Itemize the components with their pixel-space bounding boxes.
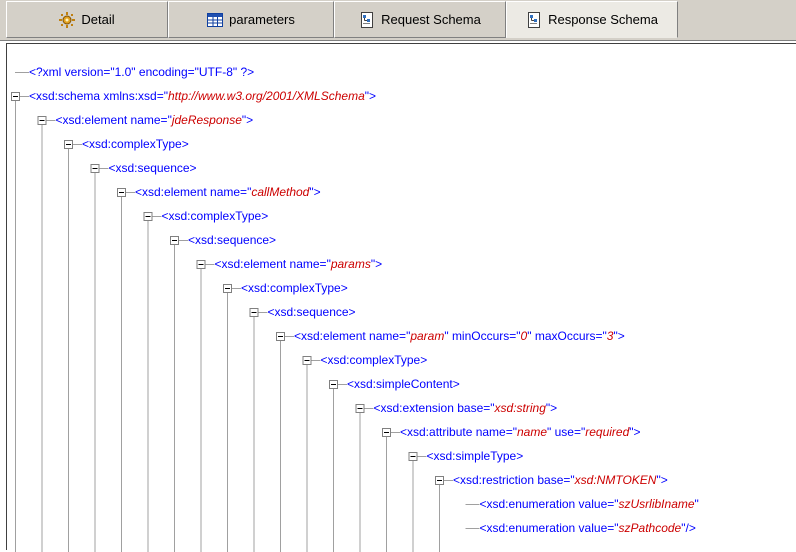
xml-tag-text: <xsd:sequence>: [267, 305, 356, 319]
tab-parameters-label: parameters: [229, 12, 295, 27]
xml-tag-text: <xsd:schema xmlns:xsd=": [29, 89, 168, 103]
xml-node[interactable]: <xsd:extension base="xsd:string">: [374, 399, 558, 417]
xml-attribute-value: szUsrlibIname: [618, 497, 695, 511]
xml-node[interactable]: <xsd:restriction base="xsd:NMTOKEN">: [453, 471, 668, 489]
xml-tag-text: " use=": [547, 425, 586, 439]
tab-parameters[interactable]: parameters: [168, 1, 334, 38]
xml-tree-view[interactable]: <?xml version="1.0" encoding="UTF-8" ?> <…: [6, 43, 796, 552]
tree-collapse-toggle[interactable]: [355, 404, 365, 413]
xml-node[interactable]: <xsd:simpleType>: [427, 447, 524, 465]
xml-node[interactable]: <xsd:element name="param" minOccurs="0" …: [294, 327, 625, 345]
xml-node[interactable]: <xsd:element name="jdeResponse">: [56, 111, 254, 129]
xml-tag-text: <xsd:element name=": [55, 113, 172, 127]
xml-node[interactable]: <xsd:complexType>: [241, 279, 348, 297]
xml-tag-text: <xsd:complexType>: [161, 209, 269, 223]
tab-response-schema-label: Response Schema: [548, 12, 658, 27]
tree-collapse-toggle[interactable]: [143, 212, 153, 221]
xml-tag-text: <xsd:complexType>: [82, 137, 189, 151]
xml-node[interactable]: <xsd:sequence>: [268, 303, 356, 321]
tab-detail[interactable]: Detail: [6, 1, 168, 38]
xml-node[interactable]: <xsd:attribute name="name" use="required…: [400, 423, 641, 441]
schema-panel: <?xml version="1.0" encoding="UTF-8" ?> <…: [0, 40, 796, 552]
xml-tag-text: <xsd:element name=": [214, 257, 331, 271]
xml-tag-text: " minOccurs=": [444, 329, 521, 343]
xml-tag-text: ">: [241, 113, 254, 127]
xml-tag-text: <xsd:attribute name=": [400, 425, 517, 439]
xml-tag-text: <xsd:enumeration value=": [479, 521, 619, 535]
schema-icon: [359, 11, 375, 28]
xml-tag-text: <?xml version="1.0" encoding="UTF-8" ?>: [29, 65, 255, 79]
tree-collapse-toggle[interactable]: [276, 332, 285, 341]
xml-attribute-value: name: [517, 425, 548, 439]
tree-collapse-toggle[interactable]: [64, 140, 73, 149]
tree-collapse-toggle[interactable]: [249, 308, 259, 317]
tree-collapse-toggle[interactable]: [223, 284, 232, 293]
tree-collapse-toggle[interactable]: [11, 92, 20, 101]
xml-tag-text: <xsd:enumeration value=": [479, 497, 619, 511]
xml-node[interactable]: <xsd:element name="params">: [215, 255, 383, 273]
xml-tag-text: " maxOccurs=": [527, 329, 607, 343]
tree-collapse-toggle[interactable]: [90, 164, 100, 173]
table-icon: [207, 12, 224, 28]
xml-tag-text: ">: [613, 329, 625, 343]
detail-icon: [59, 11, 76, 28]
tree-collapse-toggle[interactable]: [382, 428, 391, 437]
xml-tag-text: ">: [545, 401, 558, 415]
xml-attribute-value: xsd:NMTOKEN: [574, 473, 657, 487]
tree-collapse-toggle[interactable]: [170, 236, 179, 245]
tree-collapse-toggle[interactable]: [117, 188, 126, 197]
xml-tag-text: <xsd:complexType>: [241, 281, 348, 295]
xml-tag-text: <xsd:extension base=": [373, 401, 495, 415]
xml-node[interactable]: <xsd:complexType>: [321, 351, 428, 369]
xml-node[interactable]: <xsd:sequence>: [188, 231, 276, 249]
xml-tag-text: ">: [629, 425, 641, 439]
xml-node[interactable]: <xsd:enumeration value="szUsrlibIname": [480, 495, 699, 513]
tab-request-schema-label: Request Schema: [381, 12, 481, 27]
tree-collapse-toggle[interactable]: [37, 116, 47, 125]
tree-collapse-toggle[interactable]: [302, 356, 312, 365]
xml-tag-text: ": [694, 497, 699, 511]
tree-collapse-toggle[interactable]: [329, 380, 338, 389]
xml-tag-text: <xsd:simpleContent>: [347, 377, 460, 391]
xml-node[interactable]: <?xml version="1.0" encoding="UTF-8" ?>: [29, 63, 254, 81]
xml-node[interactable]: <xsd:simpleContent>: [347, 375, 460, 393]
tree-collapse-toggle[interactable]: [196, 260, 206, 269]
tree-collapse-toggle[interactable]: [435, 476, 444, 485]
xml-tag-text: ">: [656, 473, 668, 487]
tab-detail-label: Detail: [81, 12, 115, 27]
xml-tag-text: <xsd:element name=": [135, 185, 252, 199]
xml-tag-text: ">: [370, 257, 383, 271]
xml-attribute-value: http://www.w3.org/2001/XMLSchema: [167, 89, 365, 103]
xml-tag-text: <xsd:sequence>: [188, 233, 277, 247]
xml-node[interactable]: <xsd:complexType>: [162, 207, 269, 225]
xml-attribute-value: required: [585, 425, 630, 439]
xml-tag-text: <xsd:complexType>: [320, 353, 428, 367]
xml-node[interactable]: <xsd:sequence>: [109, 159, 197, 177]
xml-tag-text: ">: [309, 185, 321, 199]
schema-icon: [526, 11, 542, 28]
xml-attribute-value: param: [410, 329, 445, 343]
xml-node[interactable]: <xsd:element name="callMethod">: [135, 183, 321, 201]
xml-attribute-value: jdeResponse: [171, 113, 242, 127]
xml-node[interactable]: <xsd:enumeration value="szPathcode"/>: [480, 519, 696, 537]
xml-tag-text: <xsd:simpleType>: [426, 449, 524, 463]
xml-attribute-value: callMethod: [251, 185, 310, 199]
xml-node[interactable]: <xsd:schema xmlns:xsd="http://www.w3.org…: [29, 87, 376, 105]
xml-attribute-value: xsd:string: [494, 401, 546, 415]
xml-tag-text: "/>: [681, 521, 696, 535]
xml-tag-text: ">: [364, 89, 377, 103]
xml-attribute-value: params: [330, 257, 371, 271]
tab-bar: Detail parameters Request Schema Respons…: [0, 0, 796, 40]
xml-node[interactable]: <xsd:complexType>: [82, 135, 189, 153]
xml-tag-text: <xsd:restriction base=": [453, 473, 575, 487]
xml-tag-text: <xsd:sequence>: [108, 161, 197, 175]
xml-tag-text: <xsd:element name=": [294, 329, 411, 343]
tab-request-schema[interactable]: Request Schema: [334, 1, 506, 38]
tree-collapse-toggle[interactable]: [408, 452, 418, 461]
xml-attribute-value: szPathcode: [618, 521, 682, 535]
tab-response-schema[interactable]: Response Schema: [506, 1, 678, 38]
